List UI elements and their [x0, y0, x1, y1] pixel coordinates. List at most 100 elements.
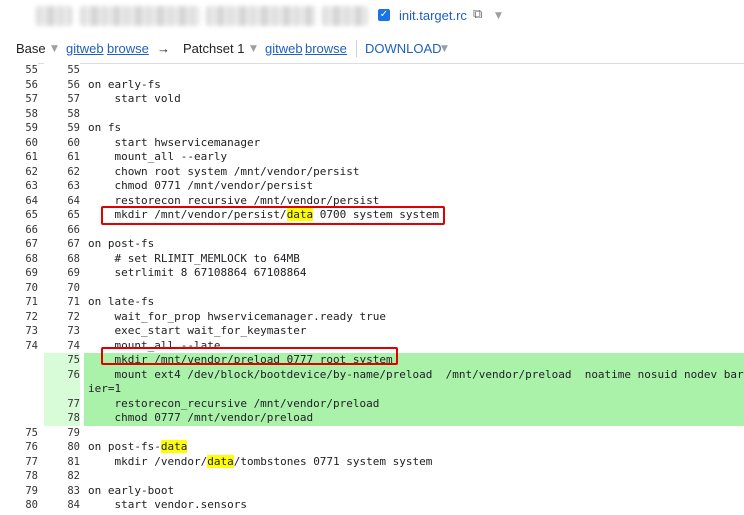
- left-line-number[interactable]: 55: [0, 63, 38, 78]
- left-browse-link[interactable]: browse: [107, 41, 149, 56]
- right-line-number[interactable]: 84: [44, 498, 80, 513]
- chevron-down-icon[interactable]: ▼: [51, 44, 58, 54]
- chevron-down-icon[interactable]: ▼: [495, 11, 502, 21]
- right-line-number[interactable]: 60: [44, 135, 80, 150]
- right-line-number[interactable]: 76: [44, 367, 80, 382]
- diff-line: 68 68 # set RLIMIT_MEMLOCK to 64MB: [0, 251, 744, 266]
- chevron-down-icon[interactable]: ▼: [250, 44, 257, 54]
- right-line-number[interactable]: 55: [44, 63, 80, 78]
- diff-line: 55 55: [0, 63, 744, 78]
- left-line-number[interactable]: [0, 367, 38, 382]
- right-line-number[interactable]: 67: [44, 237, 80, 252]
- diff-line: 73 73 exec_start wait_for_keymaster: [0, 324, 744, 339]
- right-line-number[interactable]: 62: [44, 164, 80, 179]
- left-line-number[interactable]: 65: [0, 208, 38, 223]
- left-line-number[interactable]: 69: [0, 266, 38, 281]
- left-line-number[interactable]: 58: [0, 106, 38, 121]
- redacted-path-segment: [80, 6, 200, 26]
- left-line-number[interactable]: [0, 396, 38, 411]
- right-browse-link[interactable]: browse: [305, 41, 347, 56]
- left-line-number[interactable]: 70: [0, 280, 38, 295]
- left-line-number[interactable]: 64: [0, 193, 38, 208]
- left-line-number[interactable]: 59: [0, 121, 38, 136]
- left-line-number[interactable]: 56: [0, 77, 38, 92]
- code-text: start hwservicemanager: [88, 135, 261, 149]
- right-line-number[interactable]: 75: [44, 353, 80, 368]
- code-text: ier=1: [88, 382, 122, 395]
- right-line-number[interactable]: 66: [44, 222, 80, 237]
- right-line-number[interactable]: 79: [44, 425, 80, 440]
- right-line-number[interactable]: 70: [44, 280, 80, 295]
- right-line-number[interactable]: 80: [44, 440, 80, 455]
- reviewed-checkbox[interactable]: ✓: [378, 9, 390, 21]
- left-line-number[interactable]: 60: [0, 135, 38, 150]
- right-line-number[interactable]: 61: [44, 150, 80, 165]
- code-text: on early-boot: [88, 483, 175, 497]
- left-line-number[interactable]: [0, 353, 38, 368]
- right-line-number[interactable]: 78: [44, 411, 80, 426]
- right-line-number[interactable]: 59: [44, 121, 80, 136]
- left-line-number[interactable]: 66: [0, 222, 38, 237]
- right-line-number[interactable]: 81: [44, 454, 80, 469]
- left-line-number[interactable]: 79: [0, 483, 38, 498]
- left-line-number[interactable]: 63: [0, 179, 38, 194]
- code-text: mkdir /mnt/vendor/preload 0777 root syst…: [88, 353, 393, 366]
- diff-line: 75 79: [0, 425, 744, 440]
- code-text: chmod 0771 /mnt/vendor/persist: [88, 179, 314, 192]
- code-text: chmod 0777 /mnt/vendor/preload: [88, 411, 314, 424]
- left-line-number[interactable]: 75: [0, 425, 38, 440]
- left-line-number[interactable]: 61: [0, 150, 38, 165]
- left-line-number[interactable]: 62: [0, 164, 38, 179]
- right-line-number[interactable]: 77: [44, 396, 80, 411]
- code-text: mkdir /vendor/data/tombstones 0771 syste…: [88, 454, 432, 470]
- diff-line: 65 65 mkdir /mnt/vendor/persist/data 0700…: [0, 208, 744, 223]
- right-line-number[interactable]: 65: [44, 208, 80, 223]
- code-text: setrlimit 8 67108864 67108864: [88, 266, 307, 279]
- right-line-number[interactable]: 83: [44, 483, 80, 498]
- right-line-number[interactable]: 57: [44, 92, 80, 107]
- chevron-down-icon[interactable]: ▼: [441, 44, 448, 54]
- left-line-number[interactable]: [0, 382, 38, 397]
- right-line-number[interactable]: 56: [44, 77, 80, 92]
- download-button[interactable]: DOWNLOAD: [365, 41, 442, 56]
- left-line-number[interactable]: 67: [0, 237, 38, 252]
- diff-line: 74 74 mount_all --late: [0, 338, 744, 353]
- code-text: on fs: [88, 121, 122, 134]
- left-line-number[interactable]: 73: [0, 324, 38, 339]
- diff-line: 63 63 chmod 0771 /mnt/vendor/persist: [0, 179, 744, 194]
- right-line-number[interactable]: 64: [44, 193, 80, 208]
- left-line-number[interactable]: 57: [0, 92, 38, 107]
- gitweb-link[interactable]: gitweb: [66, 41, 104, 56]
- right-line-number[interactable]: 74: [44, 338, 80, 353]
- patchset-label[interactable]: Patchset 1: [183, 41, 244, 56]
- gitweb-link[interactable]: gitweb: [265, 41, 303, 56]
- left-line-number[interactable]: 77: [0, 454, 38, 469]
- right-line-number[interactable]: 69: [44, 266, 80, 281]
- left-line-number[interactable]: 78: [0, 469, 38, 484]
- code-text: mount ext4 /dev/block/bootdevice/by-name…: [88, 367, 744, 381]
- left-line-number[interactable]: 76: [0, 440, 38, 455]
- right-line-number[interactable]: 82: [44, 469, 80, 484]
- left-line-number[interactable]: 71: [0, 295, 38, 310]
- right-line-number[interactable]: 58: [44, 106, 80, 121]
- left-line-number[interactable]: 68: [0, 251, 38, 266]
- left-line-number[interactable]: [0, 411, 38, 426]
- browse-link[interactable]: browse: [305, 41, 347, 56]
- left-line-number[interactable]: 80: [0, 498, 38, 513]
- right-line-number[interactable]: [44, 382, 80, 397]
- right-line-number[interactable]: 63: [44, 179, 80, 194]
- diff-line: 56 56 on early-fs: [0, 77, 744, 92]
- left-gitweb-link[interactable]: gitweb: [66, 41, 104, 56]
- diff-line: 62 62 chown root system /mnt/vendor/persi…: [0, 164, 744, 179]
- browse-link[interactable]: browse: [107, 41, 149, 56]
- redacted-path-segment: [322, 6, 368, 26]
- left-line-number[interactable]: 74: [0, 338, 38, 353]
- right-line-number[interactable]: 73: [44, 324, 80, 339]
- copy-icon[interactable]: ⧉: [473, 8, 487, 22]
- code-text: on post-fs: [88, 237, 155, 250]
- right-line-number[interactable]: 72: [44, 309, 80, 324]
- left-line-number[interactable]: 72: [0, 309, 38, 324]
- right-gitweb-link[interactable]: gitweb: [265, 41, 303, 56]
- right-line-number[interactable]: 71: [44, 295, 80, 310]
- right-line-number[interactable]: 68: [44, 251, 80, 266]
